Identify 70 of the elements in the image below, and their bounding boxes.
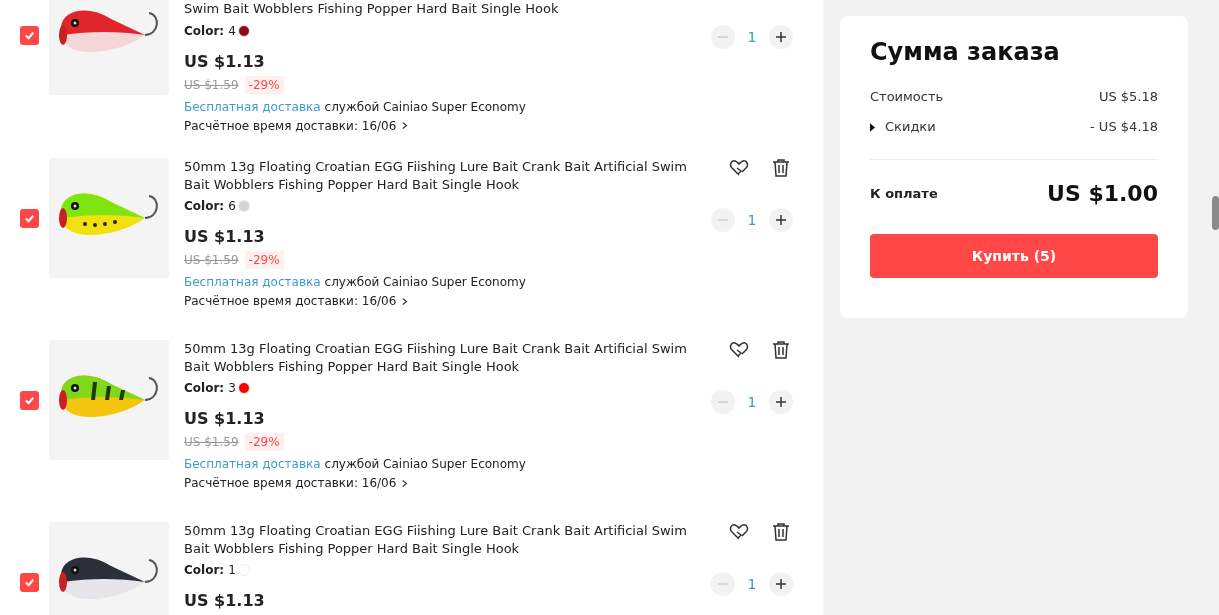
shipping-text: службой Cainiao Super Economy	[324, 98, 526, 115]
discount-tag: -29%	[244, 75, 284, 94]
old-price: US $1.59	[184, 252, 239, 269]
old-price: US $1.59	[184, 76, 239, 94]
color-value: 1	[228, 562, 236, 578]
color-value: 6	[228, 198, 236, 214]
increase-button[interactable]	[769, 572, 793, 596]
heart-icon[interactable]	[729, 522, 749, 542]
color-value: 4	[228, 22, 236, 39]
checkmark-icon	[24, 576, 35, 588]
color-label: Color:	[184, 562, 225, 578]
shipping-text: службой Cainiao Super Economy	[324, 274, 526, 290]
summary-value: US $5.18	[1098, 88, 1158, 106]
product-title[interactable]: 50mm 13g Floating Croatian EGG Fiishing Lure Bait Crank Bait Artificial Swim Bait Wobblers Fishing Popper Hard Bait Single Hook	[184, 340, 694, 375]
checkmark-icon	[24, 394, 35, 406]
price: US $1.13	[184, 591, 266, 611]
shipping-link[interactable]: Бесплатная доставка	[184, 456, 321, 472]
shipping-link[interactable]: Бесплатная доставка	[184, 98, 321, 115]
product-title[interactable]: Swim Bait Wobblers Fishing Popper Hard Bait Single Hook	[184, 0, 694, 18]
delivery-estimate: Расчётное время доставки: 16/06	[184, 117, 397, 134]
increase-button[interactable]	[769, 25, 793, 49]
old-price: US $1.59	[184, 434, 239, 451]
plus-icon	[775, 578, 787, 590]
checkmark-icon	[24, 212, 35, 224]
product-title[interactable]: 50mm 13g Floating Croatian EGG Fiishing Lure Bait Crank Bait Artificial Swim Bait Wobblers Fishing Popper Hard Bait Single Hook	[184, 522, 694, 557]
plus-icon	[775, 214, 787, 226]
checkbox[interactable]	[20, 572, 39, 592]
chevron-right-icon[interactable]	[402, 296, 409, 306]
trash-icon[interactable]	[771, 340, 791, 360]
shipping-text: службой Cainiao Super Economy	[324, 456, 526, 472]
price: US $1.13	[184, 409, 266, 429]
chevron-right-icon[interactable]	[402, 121, 409, 130]
summary-title: Сумма заказа	[870, 37, 1061, 68]
quantity[interactable]: 1	[735, 573, 769, 595]
checkbox[interactable]	[20, 25, 39, 45]
color-label: Color:	[184, 198, 225, 214]
total-value: US $1.00	[1047, 180, 1158, 208]
quantity[interactable]: 1	[735, 391, 769, 413]
checkmark-icon	[24, 29, 35, 41]
shipping-link[interactable]: Бесплатная доставка	[184, 274, 321, 290]
increase-button[interactable]	[769, 208, 793, 232]
checkbox[interactable]	[20, 208, 39, 228]
checkbox[interactable]	[20, 390, 39, 410]
color-label: Color:	[184, 22, 225, 39]
summary-label: Стоимость	[870, 88, 944, 106]
color-label: Color:	[184, 380, 225, 396]
scrollbar-thumb[interactable]	[1212, 196, 1219, 230]
trash-icon[interactable]	[771, 522, 791, 542]
buy-button[interactable]: Купить (5)	[870, 234, 1158, 278]
delivery-estimate: Расчётное время доставки: 16/06	[184, 293, 397, 309]
total-label: К оплате	[870, 184, 938, 203]
chevron-right-icon[interactable]	[402, 478, 409, 488]
trash-icon[interactable]	[771, 158, 791, 178]
plus-icon	[775, 396, 787, 408]
heart-icon[interactable]	[729, 340, 749, 360]
increase-button[interactable]	[769, 390, 793, 414]
quantity[interactable]: 1	[735, 209, 769, 231]
color-value: 3	[228, 380, 236, 396]
price: US $1.13	[184, 227, 266, 247]
product-title[interactable]: 50mm 13g Floating Croatian EGG Fiishing Lure Bait Crank Bait Artificial Swim Bait Wobblers Fishing Popper Hard Bait Single Hook	[184, 158, 694, 193]
discount-tag: -29%	[244, 433, 284, 451]
heart-icon[interactable]	[729, 158, 749, 178]
summary-label[interactable]: Скидки	[885, 118, 936, 136]
quantity[interactable]: 1	[735, 26, 769, 48]
delivery-estimate: Расчётное время доставки: 16/06	[184, 475, 397, 491]
expand-arrow-icon[interactable]	[870, 122, 875, 132]
price: US $1.13	[184, 51, 266, 72]
summary-value: - US $4.18	[1090, 118, 1158, 136]
plus-icon	[775, 31, 787, 43]
discount-tag: -29%	[244, 251, 284, 269]
